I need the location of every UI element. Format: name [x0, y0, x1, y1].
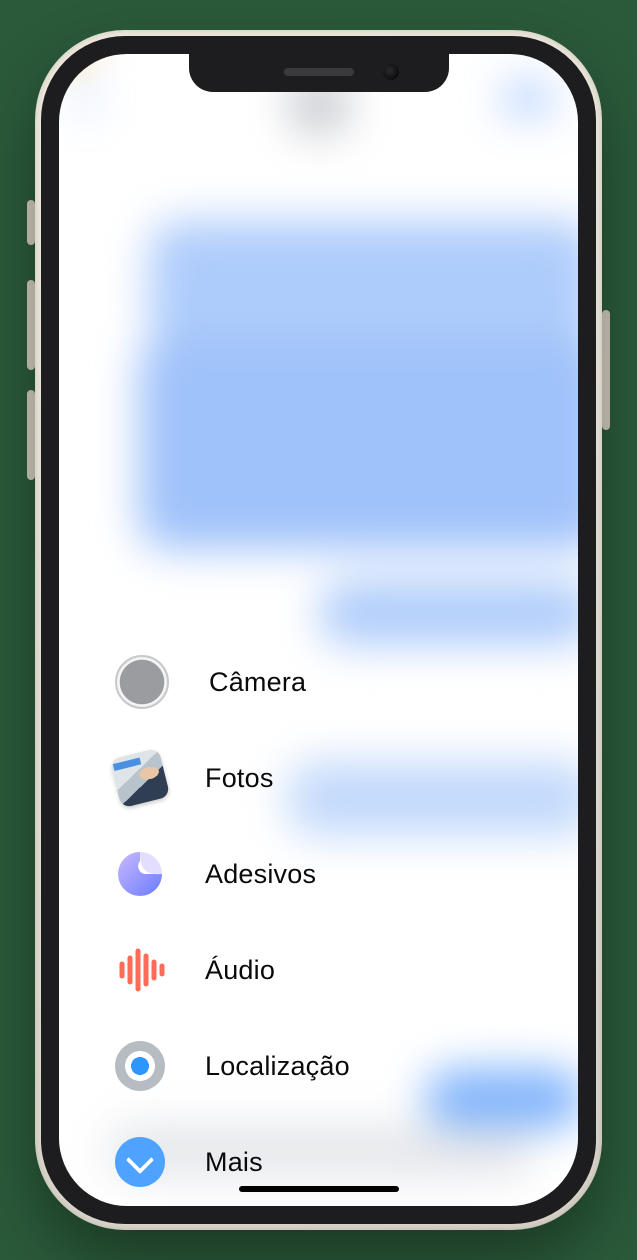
menu-item-label: Mais — [205, 1147, 263, 1178]
menu-item-more[interactable]: Mais — [115, 1114, 515, 1206]
volume-mute-switch — [27, 200, 35, 245]
emoji-reaction — [59, 54, 92, 68]
video-call-icon — [505, 83, 552, 115]
menu-item-stickers[interactable]: Adesivos — [115, 826, 515, 922]
phone-screen: Câmera Fotos — [59, 54, 578, 1206]
menu-item-location[interactable]: Localização — [115, 1018, 515, 1114]
menu-item-label: Adesivos — [205, 859, 316, 890]
volume-down-button — [27, 390, 35, 480]
power-button — [602, 310, 610, 430]
photos-icon — [110, 748, 171, 809]
chevron-down-icon — [115, 1137, 165, 1187]
menu-item-label: Câmera — [209, 667, 306, 698]
attachment-menu: Câmera Fotos — [115, 634, 515, 1206]
phone-frame: Câmera Fotos — [35, 30, 602, 1230]
camera-icon — [115, 655, 169, 709]
menu-item-audio[interactable]: Áudio — [115, 922, 515, 1018]
menu-item-label: Localização — [205, 1051, 350, 1082]
menu-item-photos[interactable]: Fotos — [115, 730, 515, 826]
message-bubble — [139, 337, 578, 549]
message-bubble — [149, 221, 578, 348]
speaker-grille — [284, 68, 354, 76]
front-camera — [383, 64, 399, 80]
menu-item-label: Áudio — [205, 955, 275, 986]
notch — [189, 54, 449, 92]
volume-up-button — [27, 280, 35, 370]
back-chevron-icon — [75, 83, 94, 115]
home-indicator[interactable] — [239, 1186, 399, 1192]
menu-item-camera[interactable]: Câmera — [115, 634, 515, 730]
audio-waveform-icon — [115, 945, 165, 995]
location-icon — [115, 1041, 165, 1091]
stickers-icon — [115, 849, 165, 899]
menu-item-label: Fotos — [205, 763, 274, 794]
